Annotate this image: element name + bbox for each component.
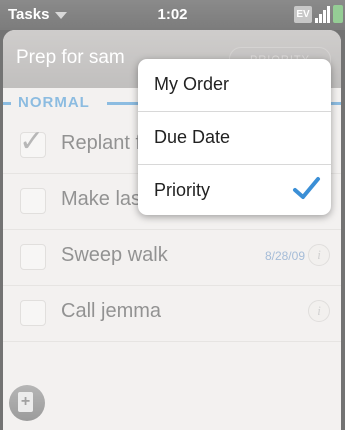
sort-option-my-order[interactable]: My Order xyxy=(138,59,331,112)
sort-menu: My Order Due Date Priority xyxy=(138,59,331,215)
sort-option-label: My Order xyxy=(154,74,230,94)
checkmark-icon xyxy=(293,177,320,199)
sort-option-label: Due Date xyxy=(154,127,231,147)
sort-option-priority[interactable]: Priority xyxy=(138,165,331,215)
sort-option-due-date[interactable]: Due Date xyxy=(138,112,331,165)
sort-option-label: Priority xyxy=(154,180,211,200)
